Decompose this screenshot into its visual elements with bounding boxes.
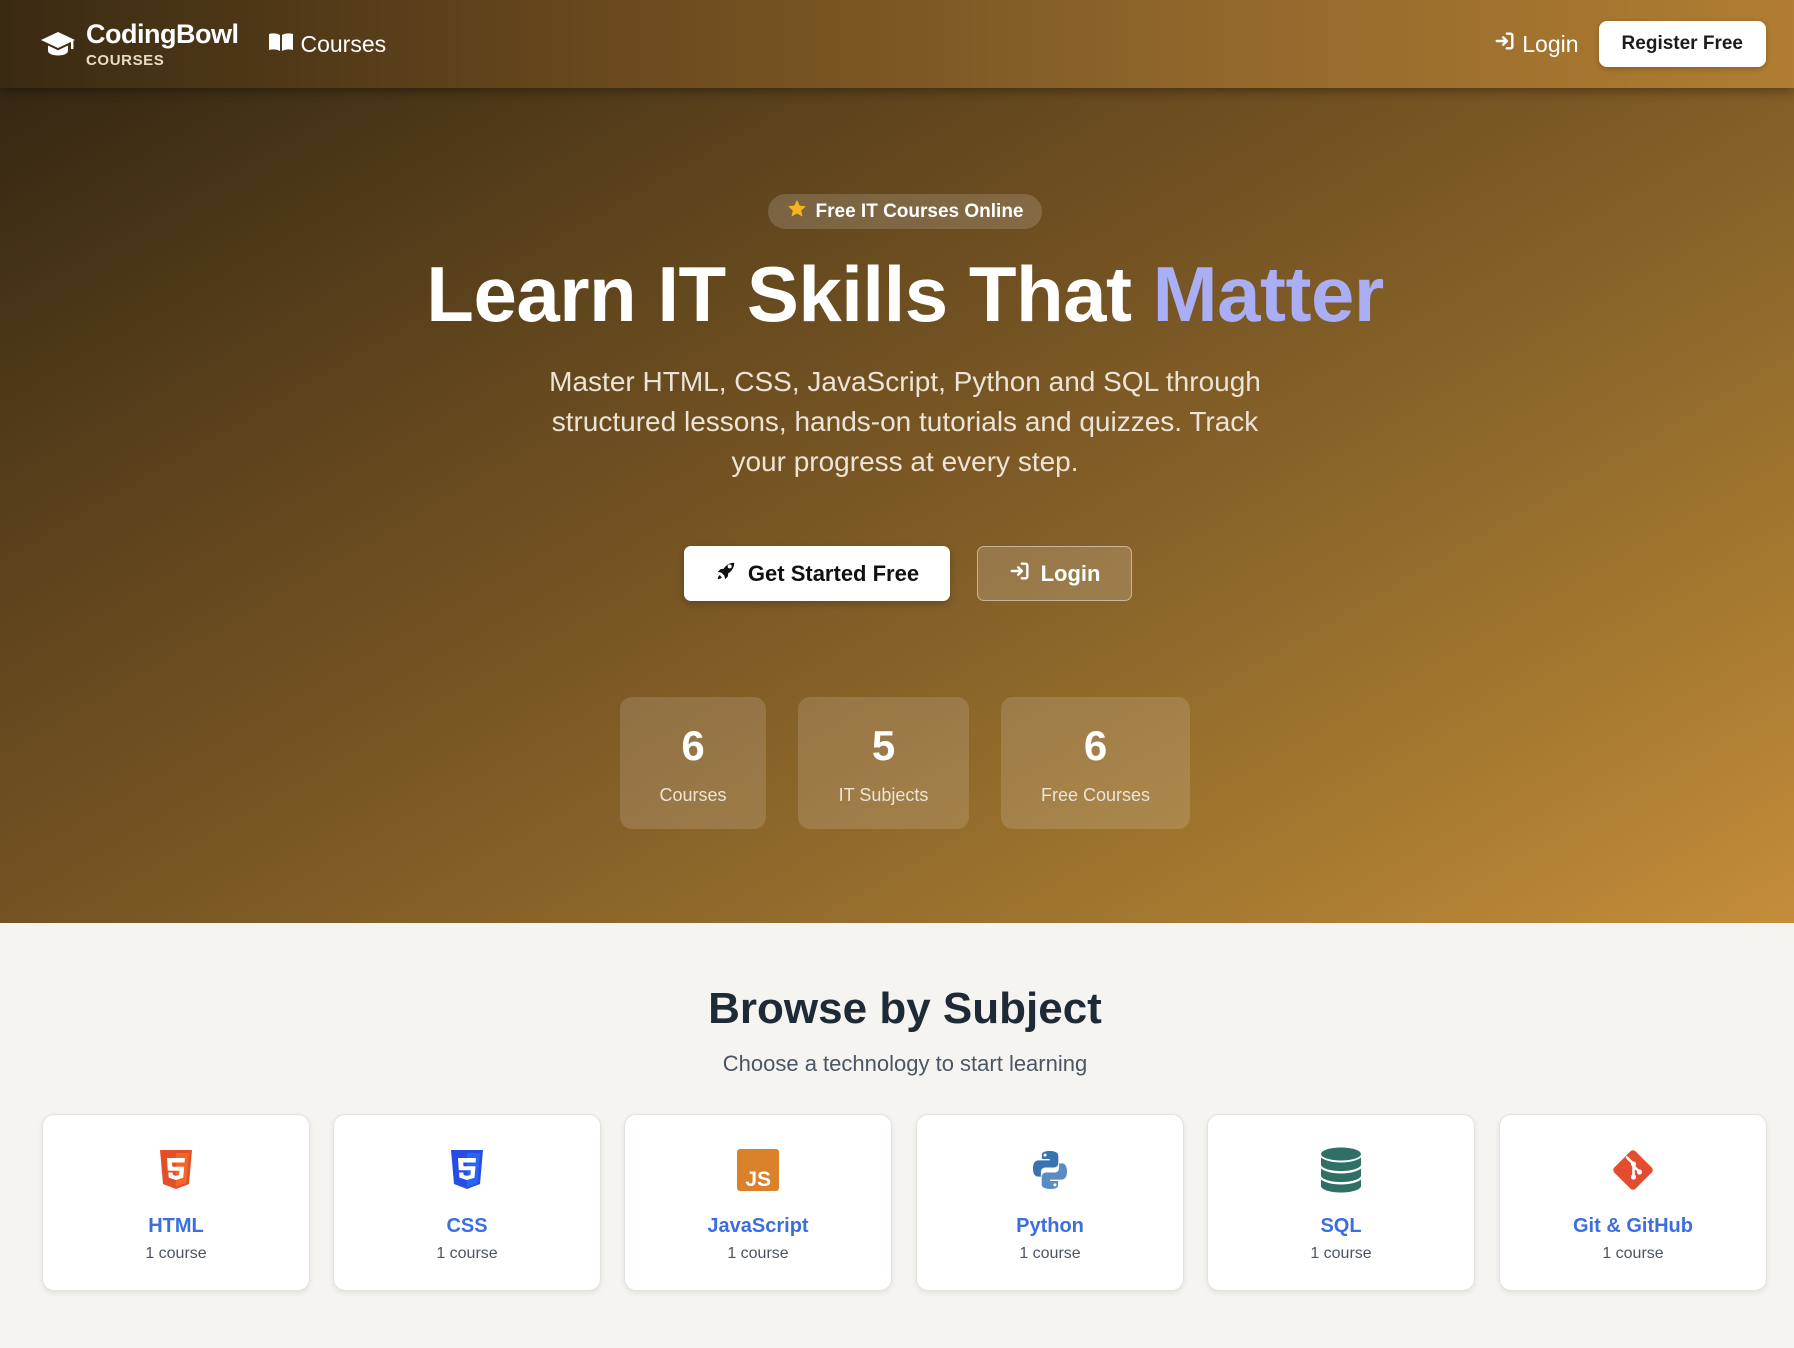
card-name: CSS	[446, 1215, 488, 1237]
brand-text: CodingBowl COURSES	[86, 18, 239, 69]
graduation-cap-icon	[40, 29, 76, 59]
subject-card-python[interactable]: Python 1 course	[916, 1114, 1184, 1291]
css3-icon	[444, 1147, 490, 1193]
stat-label: IT Subjects	[838, 785, 929, 805]
subject-card-html[interactable]: HTML 1 course	[42, 1114, 310, 1291]
database-icon	[1318, 1147, 1364, 1193]
rocket-icon	[715, 560, 737, 588]
star-icon	[787, 199, 807, 224]
card-name: SQL	[1320, 1215, 1362, 1237]
card-count: 1 course	[436, 1245, 498, 1262]
stat-label: Courses	[659, 785, 727, 805]
nav-login-label: Login	[1522, 30, 1579, 57]
js-icon: JS	[735, 1147, 781, 1193]
navbar: CodingBowl COURSES Courses Login Registe…	[0, 0, 1794, 88]
card-name: Python	[1016, 1215, 1084, 1237]
section-subtitle: Choose a technology to start learning	[722, 1051, 1088, 1076]
card-name: HTML	[148, 1215, 204, 1237]
git-icon	[1610, 1147, 1656, 1193]
stat-free-courses: 6 Free Courses	[1001, 697, 1190, 829]
stat-label: Free Courses	[1040, 785, 1151, 805]
python-icon	[1027, 1147, 1073, 1193]
nav-courses-link[interactable]: Courses	[268, 31, 386, 58]
book-open-icon	[268, 31, 294, 58]
brand-logo[interactable]: CodingBowl COURSES	[40, 18, 239, 69]
hero-title: Learn IT Skills That Matter	[0, 250, 1794, 340]
subject-card-css[interactable]: CSS 1 course	[333, 1114, 601, 1291]
hero-login-button[interactable]: Login	[977, 546, 1132, 601]
section-title: Browse by Subject	[708, 984, 1102, 1033]
login-icon	[1494, 30, 1516, 58]
hero-badge-label: Free IT Courses Online	[815, 200, 1024, 222]
svg-text:JS: JS	[745, 1168, 771, 1191]
brand-subtitle: COURSES	[86, 51, 165, 69]
nav-right: Login Register Free	[1494, 21, 1766, 67]
nav-left: CodingBowl COURSES Courses	[40, 18, 386, 69]
card-name: JavaScript	[707, 1215, 809, 1237]
hero-title-accent: Matter	[1152, 250, 1385, 338]
hero-title-main: Learn IT Skills That	[426, 250, 1153, 338]
subject-card-git[interactable]: Git & GitHub 1 course	[1499, 1114, 1767, 1291]
get-started-label: Get Started Free	[747, 560, 920, 586]
stat-value: 5	[871, 722, 896, 769]
card-count: 1 course	[1019, 1245, 1081, 1262]
stat-courses: 6 Courses	[620, 697, 766, 829]
hero-badge: Free IT Courses Online	[768, 194, 1042, 229]
hero-login-label: Login	[1040, 560, 1101, 586]
hero-subtitle: Master HTML, CSS, JavaScript, Python and…	[549, 366, 1261, 477]
hero-actions: Get Started Free Login	[684, 546, 1132, 601]
stat-value: 6	[681, 722, 705, 769]
stat-value: 6	[1083, 722, 1108, 769]
get-started-button[interactable]: Get Started Free	[684, 546, 950, 601]
card-count: 1 course	[145, 1245, 207, 1262]
brand-name: CodingBowl	[86, 18, 239, 49]
stat-subjects: 5 IT Subjects	[798, 697, 969, 829]
login-icon	[1009, 560, 1031, 588]
card-count: 1 course	[727, 1245, 789, 1262]
card-count: 1 course	[1602, 1245, 1664, 1262]
card-name: Git & GitHub	[1573, 1215, 1693, 1237]
nav-courses-label: Courses	[300, 30, 387, 57]
register-button[interactable]: Register Free	[1598, 21, 1766, 67]
subject-card-sql[interactable]: SQL 1 course	[1207, 1114, 1475, 1291]
subject-card-javascript[interactable]: JS JavaScript 1 course	[624, 1114, 892, 1291]
html5-icon	[153, 1147, 199, 1193]
card-count: 1 course	[1310, 1245, 1372, 1262]
hero-section: Free IT Courses Online Learn IT Skills T…	[0, 0, 1794, 923]
nav-login-link[interactable]: Login	[1494, 30, 1579, 58]
